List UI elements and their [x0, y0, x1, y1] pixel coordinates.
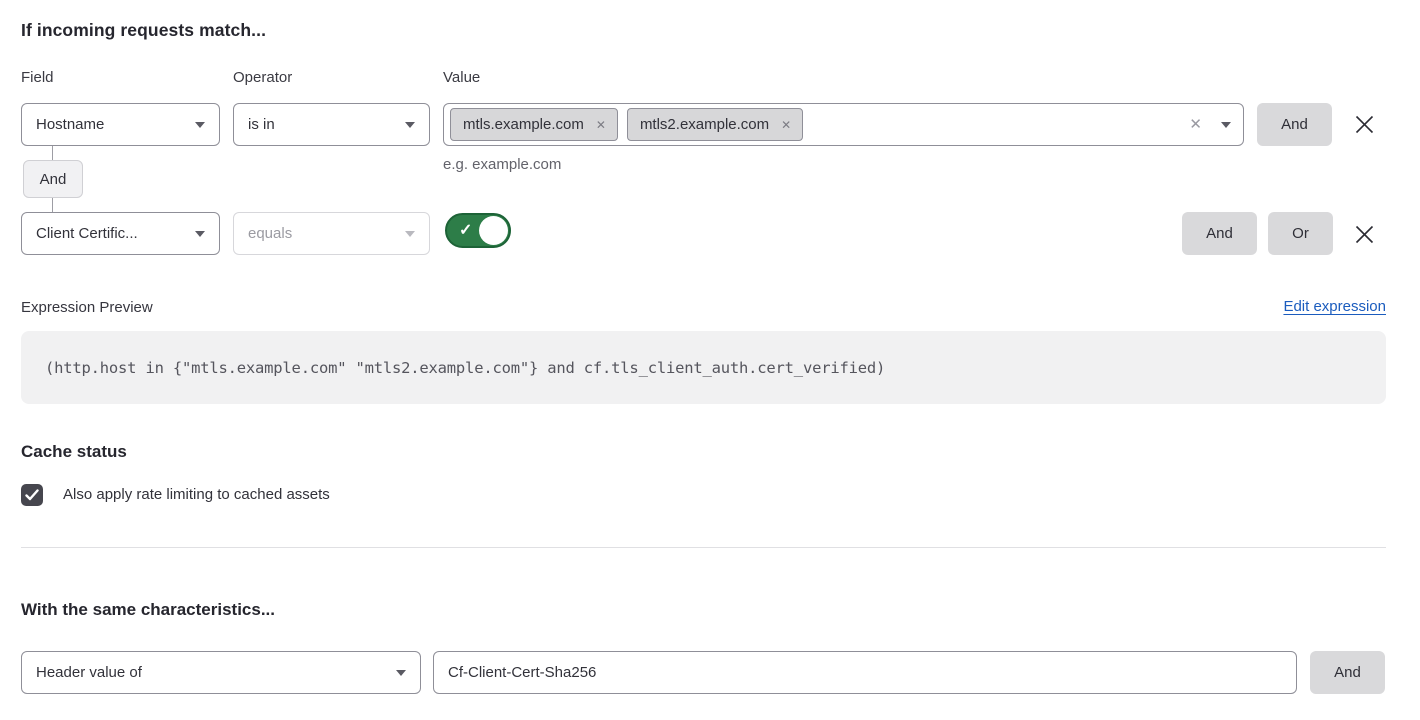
value-tag-list: mtls.example.com ✕ mtls2.example.com ✕	[450, 108, 1189, 141]
cache-status-title: Cache status	[21, 442, 127, 462]
characteristic-select[interactable]: Header value of	[21, 651, 421, 694]
expression-code-text: (http.host in {"mtls.example.com" "mtls2…	[45, 359, 885, 377]
chevron-down-icon	[405, 122, 415, 128]
header-name-input[interactable]	[433, 651, 1297, 694]
chevron-down-icon	[405, 231, 415, 237]
value-tag-text: mtls2.example.com	[640, 116, 769, 133]
operator-select-row2: equals	[233, 212, 430, 255]
cached-assets-checkbox-label: Also apply rate limiting to cached asset…	[63, 486, 330, 503]
expression-code-block: (http.host in {"mtls.example.com" "mtls2…	[21, 331, 1386, 404]
value-tag-text: mtls.example.com	[463, 116, 584, 133]
cert-verified-toggle[interactable]: ✓	[445, 213, 511, 248]
operator-select-row1-value: is in	[248, 116, 275, 133]
rule-builder-panel: If incoming requests match... Field Oper…	[0, 0, 1420, 720]
chevron-down-icon	[396, 670, 406, 676]
remove-tag-icon[interactable]: ✕	[781, 119, 791, 131]
field-select-row2[interactable]: Client Certific...	[21, 212, 220, 255]
operator-column-label: Operator	[233, 69, 292, 86]
connector-line	[52, 198, 53, 212]
toggle-knob	[479, 216, 508, 245]
or-condition-button-row2[interactable]: Or	[1268, 212, 1333, 255]
characteristics-section-title: With the same characteristics...	[21, 600, 275, 620]
and-condition-button-row1[interactable]: And	[1257, 103, 1332, 146]
match-section-title: If incoming requests match...	[21, 20, 266, 41]
expression-preview-label: Expression Preview	[21, 299, 153, 316]
field-select-row2-value: Client Certific...	[36, 225, 138, 242]
field-select-row1[interactable]: Hostname	[21, 103, 220, 146]
chevron-down-icon	[195, 231, 205, 237]
section-divider	[21, 547, 1386, 548]
delete-condition-button-row1[interactable]	[1352, 112, 1377, 137]
close-icon	[1352, 112, 1377, 137]
connector-and-chip[interactable]: And	[23, 160, 83, 198]
value-tag: mtls2.example.com ✕	[627, 108, 803, 141]
value-multiselect-row1[interactable]: mtls.example.com ✕ mtls2.example.com ✕ ✕	[443, 103, 1244, 146]
characteristic-select-value: Header value of	[36, 664, 142, 681]
close-icon	[1352, 222, 1377, 247]
value-tag: mtls.example.com ✕	[450, 108, 618, 141]
value-hint-text: e.g. example.com	[443, 156, 561, 173]
field-select-row1-value: Hostname	[36, 116, 104, 133]
clear-values-icon[interactable]: ✕	[1189, 117, 1202, 132]
remove-tag-icon[interactable]: ✕	[596, 119, 606, 131]
and-condition-button-row2[interactable]: And	[1182, 212, 1257, 255]
delete-condition-button-row2[interactable]	[1352, 222, 1377, 247]
check-icon	[25, 489, 39, 501]
cached-assets-checkbox[interactable]	[21, 484, 43, 506]
check-icon: ✓	[459, 220, 472, 240]
chevron-down-icon	[195, 122, 205, 128]
value-column-label: Value	[443, 69, 480, 86]
edit-expression-link[interactable]: Edit expression	[1283, 298, 1386, 315]
field-column-label: Field	[21, 69, 54, 86]
operator-select-row1[interactable]: is in	[233, 103, 430, 146]
connector-line	[52, 146, 53, 160]
operator-select-row2-value: equals	[248, 225, 292, 242]
and-characteristic-button[interactable]: And	[1310, 651, 1385, 694]
chevron-down-icon[interactable]	[1221, 122, 1231, 128]
